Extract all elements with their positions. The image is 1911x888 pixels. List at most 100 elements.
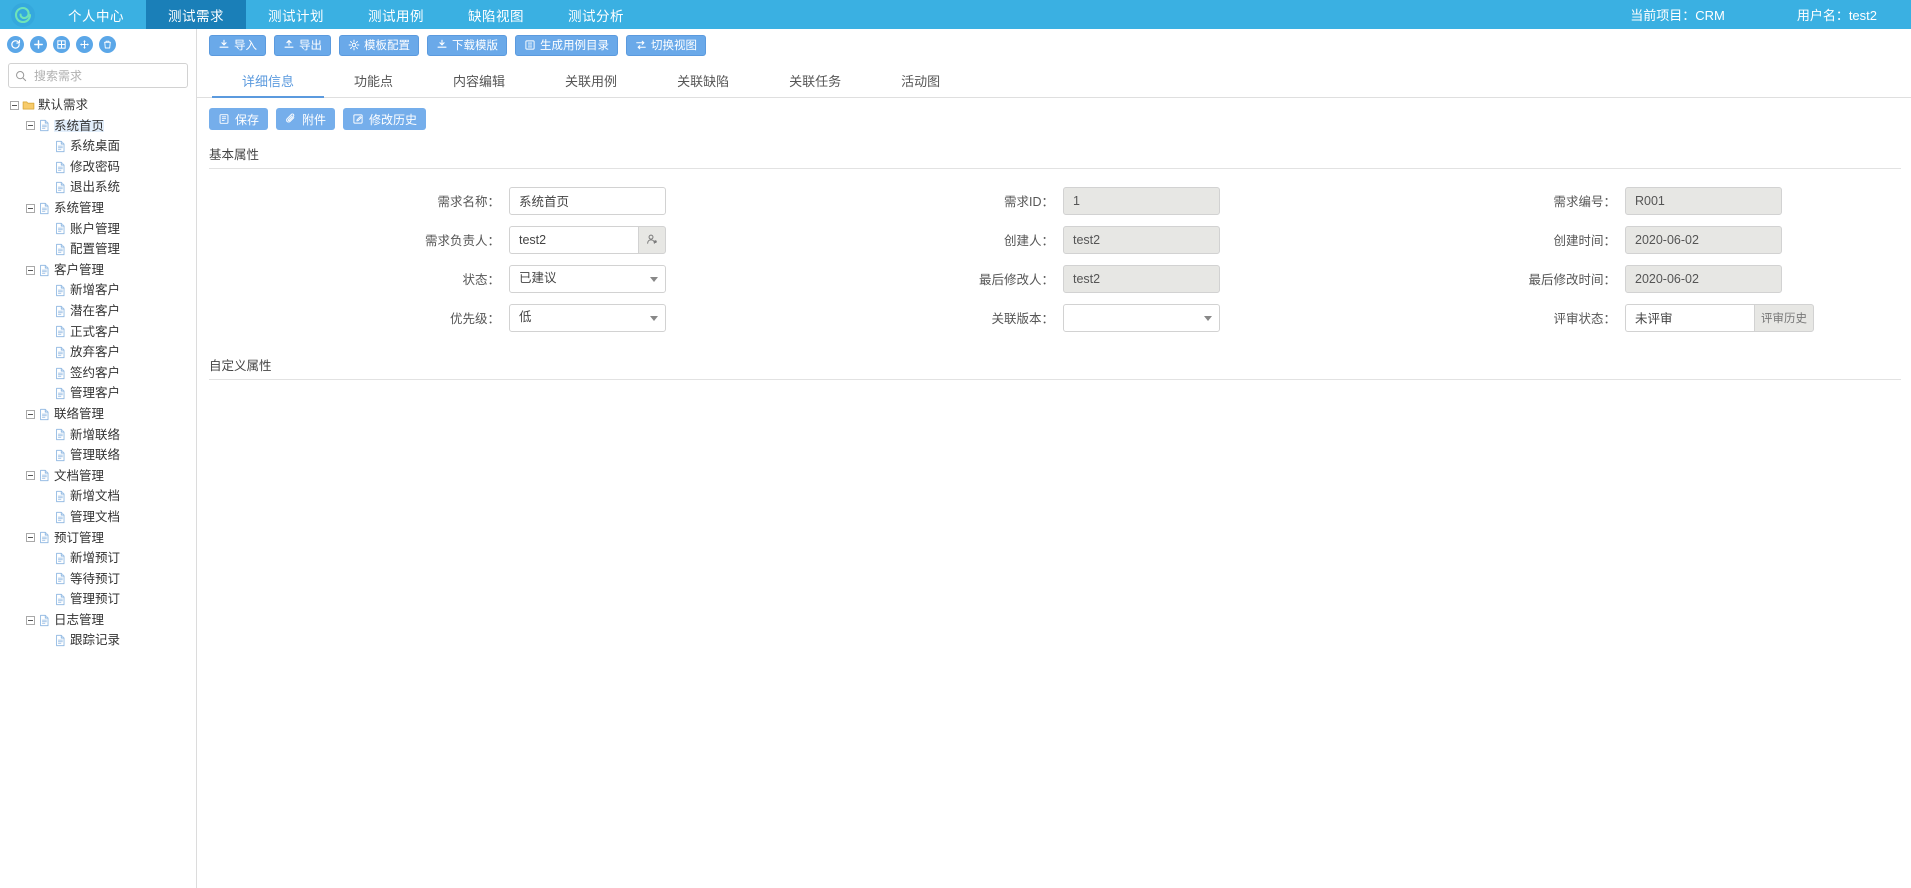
form-field-label: 需求编号： (1553, 195, 1616, 209)
spiral-logo-icon[interactable] (0, 0, 46, 29)
form-field-input[interactable] (509, 186, 666, 215)
user-picker-button[interactable] (638, 225, 666, 254)
nav-item-test-requirements[interactable]: 测试需求 (146, 0, 246, 29)
action-button-save[interactable]: 保存 (209, 108, 269, 130)
tree-node-spacer (42, 389, 51, 398)
action-button-paperclip[interactable]: 附件 (276, 108, 336, 130)
tree-node[interactable]: 新增客户 (0, 280, 196, 301)
tab-4[interactable]: 关联缺陷 (647, 64, 759, 97)
tree-node[interactable]: 默认需求 (0, 95, 196, 116)
toolbar-button-list[interactable]: 生成用例目录 (515, 34, 618, 56)
form-field-input[interactable] (1625, 264, 1782, 293)
toolbar-button-gear[interactable]: 模板配置 (339, 34, 419, 56)
action-button-label: 附件 (302, 112, 327, 127)
tree-node[interactable]: 客户管理 (0, 260, 196, 281)
tree-node-spacer (42, 595, 51, 604)
form-field-input[interactable] (1625, 303, 1754, 332)
nav-item-personal-center[interactable]: 个人中心 (46, 0, 146, 29)
refresh-icon[interactable] (7, 35, 24, 53)
tree-collapse-toggle[interactable] (26, 615, 35, 625)
tree-node[interactable]: 日志管理 (0, 610, 196, 631)
form-field-input[interactable] (1063, 225, 1220, 254)
tree-node[interactable]: 管理预订 (0, 589, 196, 610)
user-picker-icon (646, 233, 659, 246)
tree-node[interactable]: 系统桌面 (0, 136, 196, 157)
tree-node[interactable]: 退出系统 (0, 177, 196, 198)
file-icon (54, 284, 67, 297)
tab-3[interactable]: 关联用例 (535, 64, 647, 97)
tree-node[interactable]: 账户管理 (0, 219, 196, 240)
file-icon (54, 243, 67, 256)
tree-collapse-toggle[interactable] (26, 203, 35, 213)
nav-item-test-cases[interactable]: 测试用例 (346, 0, 446, 29)
nav-item-defect-view[interactable]: 缺陷视图 (446, 0, 546, 29)
action-button-edit-history[interactable]: 修改历史 (343, 108, 427, 130)
tree-node[interactable]: 预订管理 (0, 527, 196, 548)
form-field-select[interactable] (1063, 303, 1220, 332)
tree-collapse-toggle[interactable] (26, 409, 35, 419)
form-field-input[interactable] (1625, 225, 1782, 254)
tree-node-label: 放弃客户 (70, 345, 121, 360)
toolbar-button-download[interactable]: 下载模版 (427, 34, 507, 56)
form-field-input[interactable] (1063, 264, 1220, 293)
add-icon[interactable] (30, 35, 47, 53)
toolbar-button-export[interactable]: 导出 (274, 34, 331, 56)
tree-collapse-toggle[interactable] (26, 265, 35, 275)
tree-node[interactable]: 新增文档 (0, 486, 196, 507)
detail-action-bar: 保存 附件 修改历史 (197, 101, 1911, 137)
tab-label: 内容编辑 (453, 74, 506, 89)
tree-node[interactable]: 新增预订 (0, 548, 196, 569)
trash-icon[interactable] (99, 35, 116, 53)
tab-6[interactable]: 活动图 (871, 64, 970, 97)
tree-node[interactable]: 联络管理 (0, 404, 196, 425)
tree-node[interactable]: 系统首页 (0, 116, 196, 137)
tree-node[interactable]: 正式客户 (0, 322, 196, 343)
form-field-input[interactable] (1063, 186, 1220, 215)
edit-history-icon (352, 113, 364, 125)
tree-node[interactable]: 跟踪记录 (0, 630, 196, 651)
tree-node[interactable]: 修改密码 (0, 157, 196, 178)
tab-0[interactable]: 详细信息 (212, 64, 325, 98)
form-field-label: 需求ID： (1003, 195, 1054, 209)
form-field: 需求名称： (209, 186, 773, 215)
tab-2[interactable]: 内容编辑 (423, 64, 535, 97)
tree-node[interactable]: 管理联络 (0, 445, 196, 466)
form-field-input[interactable] (1625, 186, 1782, 215)
requirement-tree: 默认需求 系统首页 系统桌面 修改密码 退出系统 系统管理账户管理配置管理 客户管理 新增客户… (0, 95, 196, 651)
tree-node[interactable]: 管理客户 (0, 383, 196, 404)
tree-collapse-toggle[interactable] (26, 471, 35, 481)
nav-item-test-analysis[interactable]: 测试分析 (546, 0, 646, 29)
tree-collapse-toggle[interactable] (26, 533, 35, 543)
review-history-button[interactable]: 评审历史 (1754, 303, 1814, 332)
tree-node[interactable]: 签约客户 (0, 363, 196, 384)
tab-1[interactable]: 功能点 (324, 64, 423, 97)
search-input[interactable] (32, 67, 181, 84)
nav-item-label: 测试需求 (168, 8, 224, 24)
tree-node-label: 潜在客户 (70, 303, 121, 318)
move-icon[interactable] (76, 35, 93, 53)
tree-node[interactable]: 文档管理 (0, 466, 196, 487)
grid-icon[interactable] (53, 35, 70, 53)
tab-5[interactable]: 关联任务 (759, 64, 871, 97)
tree-node-spacer (42, 327, 51, 336)
tree-node-spacer (42, 574, 51, 583)
tree-node[interactable]: 管理文档 (0, 507, 196, 528)
file-icon (54, 511, 67, 524)
file-icon (38, 469, 51, 482)
tree-node[interactable]: 系统管理 (0, 198, 196, 219)
form-field-input[interactable] (509, 225, 638, 254)
tree-collapse-toggle[interactable] (26, 121, 35, 131)
tree-node-label: 账户管理 (70, 221, 121, 236)
tree-node[interactable]: 放弃客户 (0, 342, 196, 363)
tree-node[interactable]: 等待预订 (0, 569, 196, 590)
tree-collapse-toggle[interactable] (10, 100, 19, 110)
form-field-select[interactable]: 已建议 (509, 264, 666, 293)
toolbar-button-switch[interactable]: 切换视图 (626, 34, 706, 56)
nav-item-test-plan[interactable]: 测试计划 (246, 0, 346, 29)
tree-node[interactable]: 配置管理 (0, 239, 196, 260)
tree-node[interactable]: 潜在客户 (0, 301, 196, 322)
search-box[interactable] (8, 63, 188, 88)
toolbar-button-import[interactable]: 导入 (209, 34, 266, 56)
form-field-select[interactable]: 低 (509, 303, 666, 332)
tree-node[interactable]: 新增联络 (0, 425, 196, 446)
